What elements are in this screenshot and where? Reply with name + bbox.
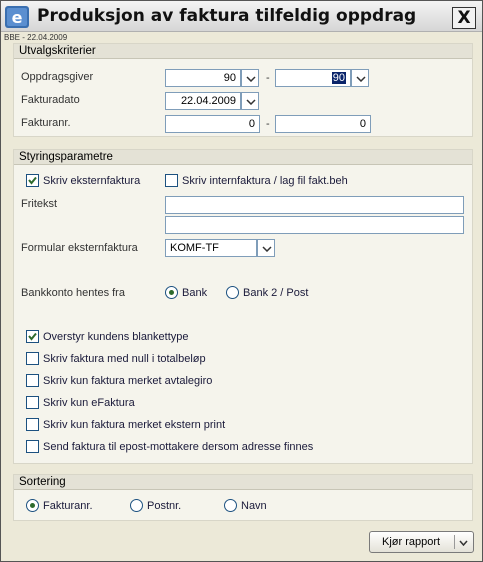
skriv-intern-label[interactable]: Skriv internfaktura / lag fil fakt.beh (182, 175, 348, 187)
fritekst-label: Fritekst (21, 198, 58, 210)
efaktura-checkbox[interactable] (26, 396, 39, 409)
null-totalbelop-checkbox[interactable] (26, 352, 39, 365)
fritekst-input-2[interactable] (165, 216, 464, 234)
oppdragsgiver-to-dropdown[interactable] (351, 69, 369, 87)
formular-dropdown[interactable] (257, 239, 275, 257)
close-icon: X (457, 8, 471, 28)
styring-header: Styringsparametre (14, 150, 472, 165)
sort-fakturanr-radio[interactable] (26, 499, 39, 512)
oppdragsgiver-from-input[interactable]: 90 (165, 69, 241, 87)
ekstern-print-checkbox[interactable] (26, 418, 39, 431)
bank-radio[interactable] (165, 286, 178, 299)
oppdragsgiver-from-dropdown[interactable] (241, 69, 259, 87)
bank2-post-radio-label[interactable]: Bank 2 / Post (243, 287, 308, 299)
formular-label: Formular eksternfaktura (21, 242, 138, 254)
oppdragsgiver-to-input[interactable]: 90 (275, 69, 351, 87)
svg-text:e: e (12, 8, 23, 27)
dialog-content: Utvalgskriterier Oppdragsgiver 90 - 90 F… (4, 41, 480, 560)
avtalegiro-label[interactable]: Skriv kun faktura merket avtalegiro (43, 375, 212, 387)
checkmark-icon (28, 176, 37, 185)
fakturadato-dropdown[interactable] (241, 92, 259, 110)
formular-select[interactable]: KOMF-TF (165, 239, 257, 257)
epost-mottakere-checkbox[interactable] (26, 440, 39, 453)
sort-postnr-radio[interactable] (130, 499, 143, 512)
bank-radio-label[interactable]: Bank (182, 287, 207, 299)
chevron-down-icon (246, 76, 256, 82)
epost-mottakere-label[interactable]: Send faktura til epost-mottakere dersom … (43, 441, 313, 453)
checkmark-icon (28, 332, 37, 341)
run-report-label: Kjør rapport (382, 536, 441, 548)
close-button[interactable]: X (452, 7, 476, 29)
fakturanr-dash: - (266, 118, 270, 130)
sort-navn-label[interactable]: Navn (241, 500, 267, 512)
app-logo-icon: e (5, 6, 29, 28)
utvalg-panel: Utvalgskriterier Oppdragsgiver 90 - 90 F… (13, 43, 473, 137)
bankkonto-label: Bankkonto hentes fra (21, 287, 125, 299)
overstyr-blankettype-label[interactable]: Overstyr kundens blankettype (43, 331, 189, 343)
title-bar[interactable]: e Produksjon av faktura tilfeldig oppdra… (1, 1, 482, 32)
sort-navn-radio[interactable] (224, 499, 237, 512)
fakturanr-to-input[interactable]: 0 (275, 115, 371, 133)
oppdragsgiver-label: Oppdragsgiver (21, 71, 94, 83)
dialog-window: e Produksjon av faktura tilfeldig oppdra… (0, 0, 483, 562)
radio-dot-icon (30, 503, 35, 508)
fakturadato-label: Fakturadato (21, 94, 80, 106)
radio-dot-icon (169, 290, 174, 295)
ekstern-print-label[interactable]: Skriv kun faktura merket ekstern print (43, 419, 225, 431)
fakturanr-from-input[interactable]: 0 (165, 115, 260, 133)
bank2-post-radio[interactable] (226, 286, 239, 299)
avtalegiro-checkbox[interactable] (26, 374, 39, 387)
fakturadato-input[interactable]: 22.04.2009 (165, 92, 241, 110)
skriv-ekstern-checkbox[interactable] (26, 174, 39, 187)
utvalg-header: Utvalgskriterier (14, 44, 472, 59)
window-title: Produksjon av faktura tilfeldig oppdrag (37, 6, 417, 26)
sort-postnr-label[interactable]: Postnr. (147, 500, 181, 512)
oppdragsgiver-to-value: 90 (331, 72, 346, 84)
sortering-panel: Sortering Fakturanr. Postnr. Navn (13, 474, 473, 521)
styring-panel: Styringsparametre Skriv eksternfaktura S… (13, 149, 473, 464)
skriv-intern-checkbox[interactable] (165, 174, 178, 187)
efaktura-label[interactable]: Skriv kun eFaktura (43, 397, 135, 409)
chevron-down-icon (246, 99, 256, 105)
oppdragsgiver-dash: - (266, 72, 270, 84)
button-separator (454, 535, 455, 549)
chevron-down-icon (262, 246, 272, 252)
null-totalbelop-label[interactable]: Skriv faktura med null i totalbeløp (43, 353, 206, 365)
sort-fakturanr-label[interactable]: Fakturanr. (43, 500, 93, 512)
fakturanr-label: Fakturanr. (21, 117, 71, 129)
sortering-header: Sortering (14, 475, 472, 490)
chevron-down-icon[interactable] (459, 540, 468, 546)
run-report-button[interactable]: Kjør rapport (369, 531, 474, 553)
overstyr-blankettype-checkbox[interactable] (26, 330, 39, 343)
fritekst-input-1[interactable] (165, 196, 464, 214)
chevron-down-icon (356, 76, 366, 82)
skriv-ekstern-label[interactable]: Skriv eksternfaktura (43, 175, 140, 187)
